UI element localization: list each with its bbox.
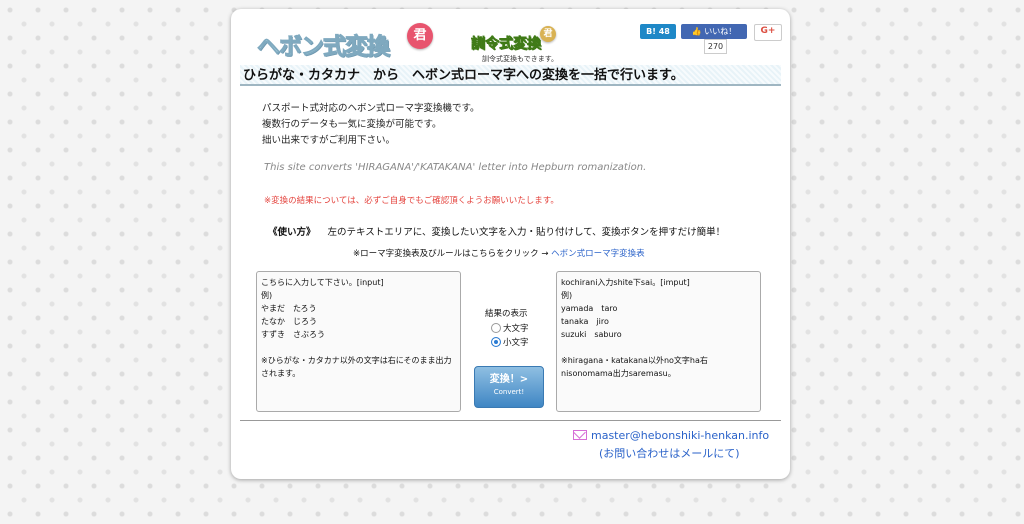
mail-icon: [573, 430, 587, 440]
howto-line: 《使い方》 左のテキストエリアに、変換したい文字を入力・貼り付けして、変換ボタンを…: [268, 224, 725, 238]
facebook-like-count: 270: [703, 39, 728, 54]
site-logo[interactable]: ヘボン式変換: [257, 27, 391, 61]
contact-email[interactable]: master@hebonshiki-henkan.info: [573, 429, 769, 442]
logo-badge: 君: [407, 23, 433, 49]
facebook-like-button[interactable]: 👍 いいね！ 270: [681, 24, 747, 54]
contact-email-text[interactable]: master@hebonshiki-henkan.info: [591, 429, 769, 442]
hatena-bookmark-button[interactable]: B! 48: [640, 24, 676, 39]
english-note: This site converts 'HIRAGANA'/'KATAKANA'…: [264, 162, 647, 173]
kunrei-logo[interactable]: 訓令式変換: [471, 33, 542, 53]
kunrei-logo-badge: 君: [540, 26, 556, 42]
output-textarea[interactable]: kochirani入力shite下sai。[imput] 例) yamada t…: [556, 271, 761, 412]
convert-button[interactable]: 変換！> Convert!: [474, 366, 544, 408]
radio-button[interactable]: [491, 322, 501, 333]
radio-button-selected[interactable]: [491, 336, 501, 347]
thumbs-up-icon: 👍: [691, 27, 702, 36]
rules-link[interactable]: ヘボン式ローマ字変換表: [551, 249, 645, 259]
divider: [240, 420, 781, 421]
rules-text: ※ローマ字変換表及びルールはこちらをクリック →: [353, 249, 552, 259]
warning-note: ※変換の結果については、必ずご自身でもご確認頂くようお願いいたします。: [264, 196, 559, 206]
facebook-like-label: いいね！: [704, 27, 737, 36]
radio-uppercase-label: 大文字: [503, 324, 529, 334]
gplus-button[interactable]: G+: [754, 24, 782, 41]
kunrei-note: 訓令式変換もできます。: [482, 55, 559, 63]
contact-note: (お問い合わせはメールにて): [599, 447, 740, 460]
howto-title: 《使い方》: [268, 227, 316, 238]
description-line: 複数行のデータも一気に変換が可能です。: [262, 119, 442, 130]
description-line: 拙い出来ですがご利用下さい。: [262, 135, 396, 146]
radio-lowercase-label: 小文字: [503, 338, 529, 348]
result-display-label: 結果の表示: [485, 309, 528, 319]
description-line: パスポート式対応のヘボン式ローマ字変換機です。: [262, 103, 480, 114]
radio-uppercase[interactable]: 大文字: [491, 322, 529, 334]
rules-line: ※ローマ字変換表及びルールはこちらをクリック → ヘボン式ローマ字変換表: [353, 247, 645, 259]
input-textarea[interactable]: こちらに入力して下さい。[input] 例) やまだ たろう たなか じろう す…: [256, 271, 461, 412]
main-card: ヘボン式変換 君 訓令式変換 君 訓令式変換もできます。 B! 48 👍 いいね…: [231, 9, 790, 479]
radio-lowercase[interactable]: 小文字: [491, 336, 529, 348]
howto-text: 左のテキストエリアに、変換したい文字を入力・貼り付けして、変換ボタンを押すだけ簡…: [327, 227, 726, 238]
convert-button-label: 変換！>: [489, 374, 529, 385]
description: パスポート式対応のヘボン式ローマ字変換機です。 複数行のデータも一気に変換が可能…: [262, 101, 480, 149]
convert-button-sub: Convert!: [493, 388, 525, 396]
page-headline: ひらがな・カタカナ から ヘボン式ローマ字への変換を一括で行います。: [240, 65, 781, 86]
